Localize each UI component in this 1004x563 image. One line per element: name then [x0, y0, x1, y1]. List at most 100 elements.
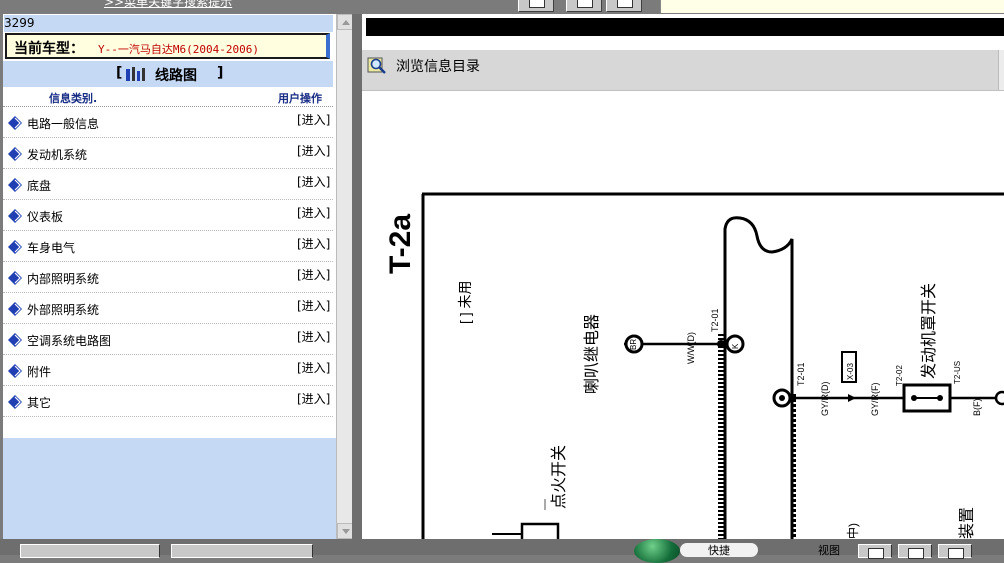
arrow-up-icon — [342, 20, 350, 25]
diamond-bullet-icon — [8, 116, 22, 130]
view-button-3[interactable] — [938, 544, 972, 559]
browse-info-title[interactable]: 浏览信息目录 — [396, 56, 480, 76]
globe-icon[interactable] — [634, 539, 680, 563]
section-header: [ 线路图 ] — [3, 61, 333, 87]
left-scrollbar[interactable] — [336, 14, 353, 539]
category-label[interactable]: 仪表板 — [27, 208, 63, 225]
diamond-bullet-icon — [8, 302, 22, 316]
current-model-box: 当前车型： Y--一汽马自达M6(2004-2006) — [5, 33, 330, 59]
label-hood-switch: 发动机罩开关 — [920, 283, 938, 379]
category-row[interactable]: 仪表板 [进入] — [3, 200, 333, 231]
bottom-tab-2[interactable] — [171, 544, 313, 558]
bottom-tab-1[interactable] — [20, 544, 160, 558]
category-row[interactable]: 电路一般信息 [进入] — [3, 107, 333, 138]
diamond-bullet-icon — [8, 209, 22, 223]
label-zhong: 中) — [845, 523, 860, 539]
bottom-taskbar: 快捷 视图 — [0, 539, 1004, 563]
category-label[interactable]: 发动机系统 — [27, 146, 87, 163]
category-row[interactable]: 底盘 [进入] — [3, 169, 333, 200]
category-row[interactable]: 其它 [进入] — [3, 386, 333, 417]
wire-bf: B(F) — [972, 399, 982, 417]
category-row[interactable]: 附件 [进入] — [3, 355, 333, 386]
enter-button[interactable]: [进入] — [297, 111, 330, 128]
diamond-bullet-icon — [8, 333, 22, 347]
toolbar-view-button-1[interactable] — [518, 0, 554, 12]
wire-wd: W/W(D) — [686, 332, 696, 364]
enter-button[interactable]: [进入] — [297, 173, 330, 190]
diagram-bus-loop — [723, 216, 794, 539]
enter-button[interactable]: [进入] — [297, 142, 330, 159]
content-panel: 浏览信息目录 T-2a [ ] 未用 喇叭继电器 发动机罩开关 点火开关 装置 … — [362, 14, 1004, 539]
window-icon — [948, 548, 964, 559]
enter-button[interactable]: [进入] — [297, 266, 330, 283]
enter-button[interactable]: [进入] — [297, 390, 330, 407]
scroll-up-button[interactable] — [337, 14, 353, 30]
category-label[interactable]: 车身电气 — [27, 239, 75, 256]
content-scrollbar[interactable] — [998, 50, 1004, 90]
wire-br: BR — [629, 339, 638, 350]
top-strip: >>菜单关键字搜索提示 — [0, 0, 1004, 14]
category-label[interactable]: 底盘 — [27, 177, 51, 194]
menu-search-tip-link[interactable]: >>菜单关键字搜索提示 — [104, 0, 232, 10]
category-label[interactable]: 外部照明系统 — [27, 301, 99, 318]
window-icon — [868, 548, 884, 559]
wire-t2: T2-02 — [895, 365, 904, 386]
wiring-diagram: T-2a [ ] 未用 喇叭继电器 发动机罩开关 点火开关 装置 中) BR W… — [384, 192, 1004, 539]
enter-button[interactable]: [进入] — [297, 328, 330, 345]
connector-right — [994, 390, 1004, 406]
wire-t201b: T2-01 — [796, 362, 806, 386]
top-info-panel — [660, 0, 1004, 13]
wire-gyr-d: GY/R(D) — [820, 382, 830, 417]
enter-button[interactable]: [进入] — [297, 204, 330, 221]
diamond-bullet-icon — [8, 147, 22, 161]
section-title: 线路图 — [155, 68, 197, 84]
scroll-down-button[interactable] — [337, 523, 353, 539]
wire-t201: T2-01 — [710, 308, 720, 332]
current-model-label: 当前车型： — [14, 41, 84, 57]
browse-info-bar: 浏览信息目录 — [362, 50, 1004, 91]
window-icon — [908, 548, 924, 559]
category-label[interactable]: 其它 — [27, 394, 51, 411]
pane-divider[interactable] — [352, 14, 362, 539]
section-bracket-open: [ — [116, 65, 123, 81]
category-label[interactable]: 内部照明系统 — [27, 270, 99, 287]
category-row[interactable]: 空调系统电路图 [进入] — [3, 324, 333, 355]
window-icon — [529, 0, 545, 8]
category-row[interactable]: 外部照明系统 [进入] — [3, 293, 333, 324]
enter-button[interactable]: [进入] — [297, 297, 330, 314]
window-icon — [577, 0, 593, 8]
category-label[interactable]: 空调系统电路图 — [27, 332, 111, 349]
label-device: 装置 — [958, 507, 976, 539]
content-title-bar — [366, 18, 1004, 36]
view-button-1[interactable] — [858, 544, 892, 559]
diamond-bullet-icon — [8, 364, 22, 378]
diamond-bullet-icon — [8, 178, 22, 192]
toolbar-view-button-2[interactable] — [566, 0, 602, 12]
label-horn-relay: 喇叭继电器 — [583, 314, 601, 394]
category-label[interactable]: 电路一般信息 — [27, 115, 99, 132]
wire-gyr-f: GY/R(F) — [870, 383, 880, 417]
arrow-marker — [848, 394, 856, 402]
magnifier-icon — [367, 57, 386, 74]
left-nav-panel: 3299 当前车型： Y--一汽马自达M6(2004-2006) [ 线路图 ]… — [3, 14, 336, 539]
diagram-page-id: T-2a — [384, 214, 417, 274]
section-bracket-close: ] — [217, 65, 224, 81]
ignition-switch-body — [520, 522, 560, 539]
wire-x03: X-03 — [846, 363, 855, 380]
car-id: 3299 — [4, 15, 333, 32]
category-row[interactable]: 发动机系统 [进入] — [3, 138, 333, 169]
diamond-bullet-icon — [8, 240, 22, 254]
enter-button[interactable]: [进入] — [297, 235, 330, 252]
category-label[interactable]: 附件 — [27, 363, 51, 380]
view-label: 视图 — [818, 544, 840, 557]
column-header-category: 信息类别. — [49, 92, 98, 105]
current-model-value: Y--一汽马自达M6(2004-2006) — [98, 43, 259, 56]
category-row[interactable]: 车身电气 [进入] — [3, 231, 333, 262]
enter-button[interactable]: [进入] — [297, 359, 330, 376]
category-row[interactable]: 内部照明系统 [进入] — [3, 262, 333, 293]
view-button-2[interactable] — [898, 544, 932, 559]
left-panel-empty-area — [3, 438, 336, 539]
diamond-bullet-icon — [8, 271, 22, 285]
column-headers: 信息类别. 用户操作 — [3, 88, 333, 107]
toolbar-view-button-3[interactable] — [606, 0, 642, 12]
